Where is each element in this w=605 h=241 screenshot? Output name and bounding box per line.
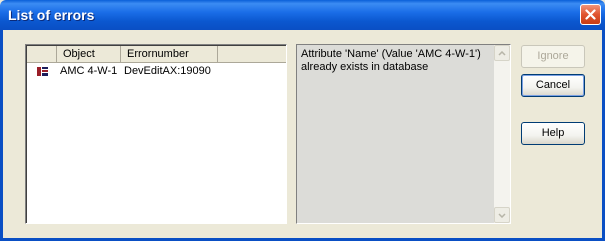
chevron-up-icon (498, 50, 506, 56)
scroll-down-button[interactable] (494, 207, 510, 223)
chevron-down-icon (498, 212, 506, 218)
window-title: List of errors (8, 7, 95, 23)
list-item[interactable]: AMC 4-W-1 DevEditAX:19090 (27, 64, 218, 80)
scroll-up-button[interactable] (494, 45, 510, 61)
error-detail-box[interactable]: Attribute 'Name' (Value 'AMC 4-W-1') alr… (296, 44, 511, 224)
column-header-filler (218, 46, 286, 63)
error-list[interactable]: Object Errornumber AMC 4-W-1 DevEditAX:1… (25, 44, 287, 224)
column-header-errornumber[interactable]: Errornumber (121, 46, 218, 63)
cell-errornumber: DevEditAX:19090 (124, 65, 211, 77)
title-bar: List of errors (0, 0, 605, 30)
cancel-button[interactable]: Cancel (521, 74, 585, 97)
column-header-object[interactable]: Object (57, 46, 121, 63)
error-message: Attribute 'Name' (Value 'AMC 4-W-1') alr… (301, 48, 481, 73)
window-frame-left (0, 30, 3, 241)
close-icon (585, 9, 596, 20)
help-button[interactable]: Help (521, 122, 585, 145)
close-button[interactable] (580, 4, 601, 25)
detail-scrollbar[interactable] (494, 45, 510, 223)
ignore-button[interactable]: Ignore (521, 45, 585, 68)
cell-object: AMC 4-W-1 (60, 65, 118, 77)
list-header: Object Errornumber (27, 46, 286, 63)
flag-icon (27, 64, 57, 80)
column-header-icon[interactable] (27, 46, 57, 63)
